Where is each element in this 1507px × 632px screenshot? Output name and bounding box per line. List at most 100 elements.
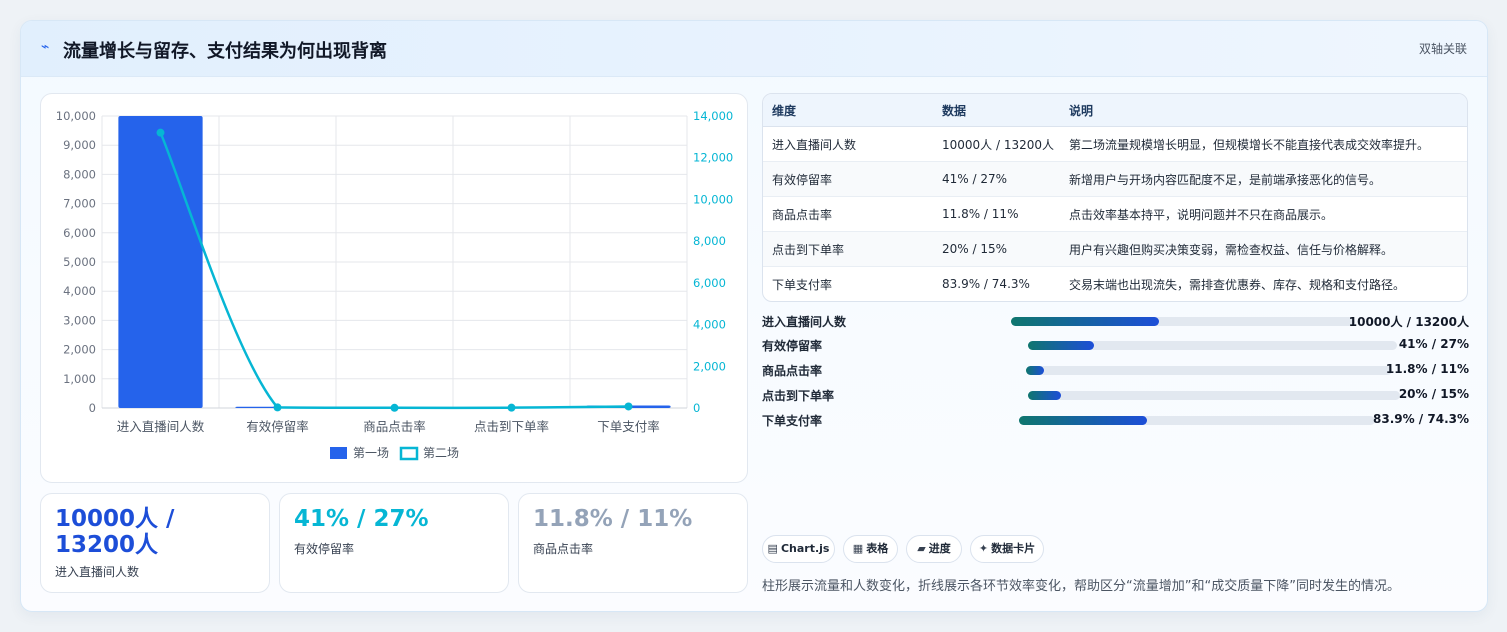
y-left-tick-label: 10,000: [56, 109, 96, 123]
table-cell: 10000人 / 13200人: [933, 126, 1060, 162]
kpi-card-visitors: 10000人 / 13200人 进入直播间人数: [40, 493, 270, 593]
y-right-tick-label: 14,000: [693, 109, 733, 123]
line-point: [507, 403, 516, 412]
y-left-tick-label: 3,000: [63, 313, 96, 327]
analysis-card: ⌁ 流量增长与留存、支付结果为何出现背离 双轴关联 0 1,000 2,000 3,0…: [20, 20, 1488, 612]
y-left-tick-label: 7,000: [63, 197, 96, 211]
progress-row: 点击到下单率 20% / 15%: [762, 385, 1469, 405]
progress-row: 下单支付率 83.9% / 74.3%: [762, 410, 1469, 430]
progress-track: [1028, 391, 1400, 400]
progress-track: [1019, 416, 1375, 425]
line-point: [156, 128, 165, 137]
y-left-tick-label: 2,000: [63, 343, 96, 357]
chart-panel: 0 1,000 2,000 3,000 4,000 5,000 6,000 7,000 8,00…: [40, 93, 748, 483]
y-left-tick-label: 5,000: [63, 255, 96, 269]
table-row: 有效停留率 41% / 27% 新增用户与开场内容匹配度不足，是前端承接恶化的信…: [763, 161, 1467, 197]
progress-label: 点击到下单率: [762, 389, 835, 403]
progress-value: 83.9% / 74.3%: [1373, 412, 1469, 426]
trend-icon: ⌁: [41, 39, 50, 55]
chip-label: 进度: [928, 542, 951, 555]
kpi-value: 10000人 / 13200人: [55, 506, 175, 558]
kpi-card-retention: 41% / 27% 有效停留率: [279, 493, 509, 593]
progress-fill: [1028, 341, 1095, 350]
y-left-tick-label: 4,000: [63, 284, 96, 298]
table-cell: 20% / 15%: [933, 231, 1060, 267]
table-cell: 11.8% / 11%: [933, 196, 1060, 232]
progress-row: 商品点击率 11.8% / 11%: [762, 360, 1469, 380]
dual-axis-tag: 双轴关联: [1418, 42, 1467, 56]
chip-table[interactable]: ▦ 表格: [843, 535, 898, 563]
table-cell: 用户有兴趣但购买决策变弱，需检查权益、信任与价格解释。: [1060, 231, 1467, 267]
y-left-tick-label: 6,000: [63, 226, 96, 240]
table-row: 商品点击率 11.8% / 11% 点击效率基本持平，说明问题并不只在商品展示。: [763, 196, 1467, 232]
progress-value: 10000人 / 13200人: [1348, 315, 1469, 329]
chip-data-card[interactable]: ✦ 数据卡片: [970, 535, 1044, 563]
table-cell: 商品点击率: [763, 196, 933, 232]
y-left-tick-label: 1,000: [63, 372, 96, 386]
table-cell: 进入直播间人数: [763, 126, 933, 162]
kpi-label: 进入直播间人数: [55, 565, 140, 579]
y-right-tick-label: 8,000: [693, 234, 726, 248]
table-header-cell: 数据: [933, 94, 1060, 127]
sparkle-icon: ✦: [978, 542, 989, 555]
progress-label: 有效停留率: [762, 339, 823, 353]
x-tick-label: 商品点击率: [363, 419, 426, 434]
progress-fill: [1028, 391, 1062, 400]
kpi-card-click-rate: 11.8% / 11% 商品点击率: [518, 493, 748, 593]
table-row: 下单支付率 83.9% / 74.3% 交易末端也出现流失，需排查优惠券、库存、…: [763, 267, 1467, 302]
table-cell: 第二场流量规模增长明显，但规模增长不能直接代表成交效率提升。: [1060, 126, 1467, 162]
bar-第一场: [118, 116, 203, 408]
data-table: 维度 数据 说明 进入直播间人数 10000人 / 13200人 第二场流量规模…: [762, 93, 1468, 302]
progress-row: 有效停留率 41% / 27%: [762, 335, 1469, 355]
progress-fill: [1026, 366, 1045, 375]
y-right-tick-label: 2,000: [693, 359, 726, 373]
table-cell: 下单支付率: [772, 277, 833, 292]
progress-value: 11.8% / 11%: [1385, 362, 1469, 376]
y-right-tick-label: 12,000: [693, 151, 733, 165]
legend-swatch-line: [399, 446, 419, 461]
progress-label: 下单支付率: [762, 414, 823, 428]
y-left-tick-label: 9,000: [63, 138, 96, 152]
chip-label: Chart.js: [780, 542, 830, 555]
combo-chart: 0 1,000 2,000 3,000 4,000 5,000 6,000 7,000 8,00…: [56, 109, 733, 461]
progress-icon: ▰: [917, 542, 926, 555]
card-header: ⌁ 流量增长与留存、支付结果为何出现背离 双轴关联: [21, 21, 1487, 77]
legend-label: 第一场: [353, 446, 389, 460]
progress-fill: [1011, 317, 1159, 326]
y-right-tick-label: 10,000: [693, 192, 733, 206]
table-row: 点击到下单率 20% / 15% 用户有兴趣但购买决策变弱，需检查权益、信任与价…: [763, 231, 1467, 267]
chip-progress[interactable]: ▰ 进度: [906, 535, 962, 563]
table-cell: 点击效率基本持平，说明问题并不只在商品展示。: [1060, 196, 1467, 232]
table-header-cell: 维度: [763, 94, 933, 127]
progress-label: 商品点击率: [762, 364, 823, 378]
progress-track: [1026, 366, 1392, 375]
line-point: [624, 402, 633, 411]
table-header-row: 维度 数据 说明: [763, 94, 1467, 127]
line-point: [273, 403, 282, 412]
x-tick-label: 有效停留率: [246, 419, 309, 434]
table-cell: 有效停留率: [763, 161, 933, 197]
y-left-tick-label: 0: [89, 401, 96, 415]
table-cell: 点击到下单率: [763, 231, 933, 267]
progress-track: [1028, 341, 1397, 350]
progress-value: 41% / 27%: [1398, 337, 1469, 351]
kpi-value: 11.8% / 11%: [533, 506, 693, 532]
progress-row: 进入直播间人数 10000人 / 13200人: [762, 311, 1469, 331]
table-row: 进入直播间人数 10000人 / 13200人 第二场流量规模增长明显，但规模增…: [763, 126, 1467, 162]
table-header-cell: 说明: [1060, 94, 1467, 127]
progress-fill: [1019, 416, 1148, 425]
table-cell: 83.9% / 74.3%: [942, 277, 1030, 291]
legend-swatch-bar: [330, 447, 347, 459]
table-cell: 41% / 27%: [933, 161, 1060, 197]
x-tick-label: 下单支付率: [597, 419, 660, 434]
kpi-label: 商品点击率: [533, 542, 594, 556]
y-right-tick-label: 0: [693, 401, 700, 415]
y-left-tick-label: 8,000: [63, 167, 96, 181]
kpi-value: 41% / 27%: [294, 506, 429, 532]
card-title: 流量增长与留存、支付结果为何出现背离: [63, 41, 387, 62]
line-point: [390, 403, 399, 412]
chip-label: 表格: [866, 542, 889, 555]
chip-chartjs[interactable]: ▤ Chart.js: [762, 535, 835, 563]
x-tick-label: 进入直播间人数: [117, 419, 205, 434]
table-cell: 新增用户与开场内容匹配度不足，是前端承接恶化的信号。: [1060, 161, 1467, 197]
